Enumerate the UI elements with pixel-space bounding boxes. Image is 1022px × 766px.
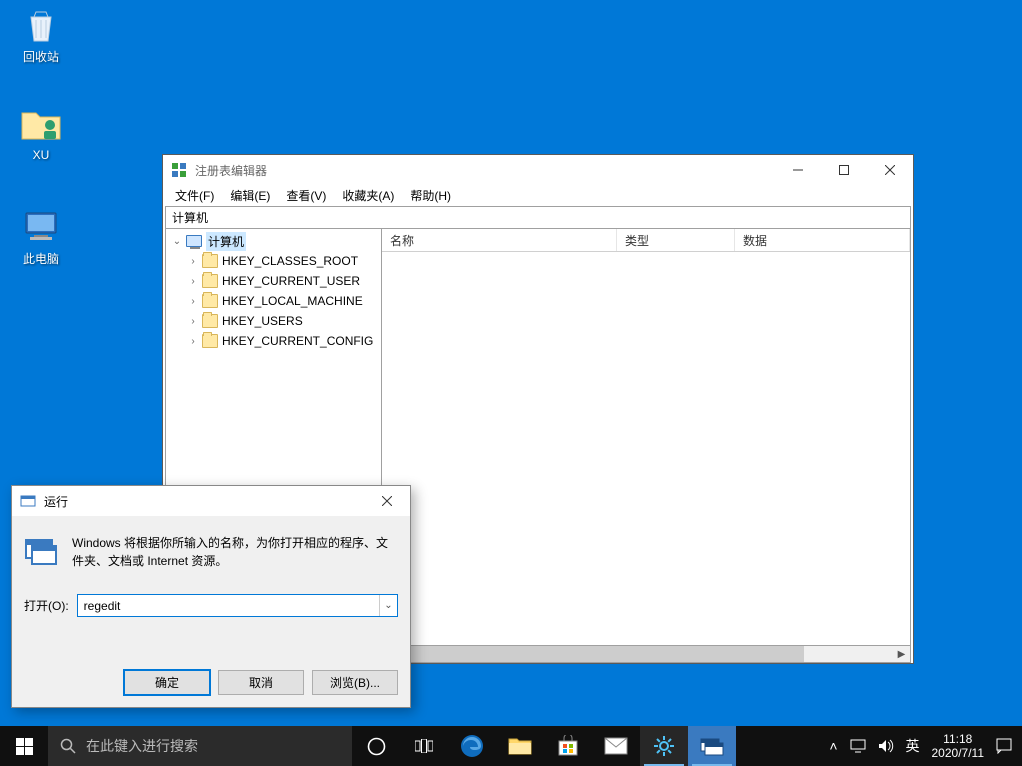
run-app-icon bbox=[24, 534, 58, 570]
regedit-list[interactable]: 名称 类型 数据 bbox=[382, 229, 911, 646]
tree-label: HKEY_LOCAL_MACHINE bbox=[222, 294, 363, 308]
icon-label: 回收站 bbox=[6, 48, 76, 65]
close-button[interactable] bbox=[867, 155, 913, 185]
folder-icon bbox=[202, 314, 218, 328]
regedit-address-bar[interactable]: 计算机 bbox=[165, 206, 911, 229]
browse-button[interactable]: 浏览(B)... bbox=[312, 670, 398, 695]
desktop-icon-user-folder[interactable]: XU bbox=[6, 104, 76, 162]
tray-clock[interactable]: 11:18 2020/7/11 bbox=[932, 732, 985, 761]
tray-date: 2020/7/11 bbox=[932, 746, 985, 760]
run-titlebar[interactable]: 运行 bbox=[12, 486, 410, 516]
tray-volume-icon[interactable] bbox=[878, 739, 894, 753]
tree-item[interactable]: › HKEY_CURRENT_USER bbox=[166, 271, 381, 291]
tree-root[interactable]: ⌄ 计算机 bbox=[166, 231, 381, 251]
regedit-menubar: 文件(F) 编辑(E) 查看(V) 收藏夹(A) 帮助(H) bbox=[163, 185, 913, 206]
cancel-button[interactable]: 取消 bbox=[218, 670, 304, 695]
tree-label: 计算机 bbox=[206, 232, 246, 251]
run-title: 运行 bbox=[44, 493, 364, 510]
menu-view[interactable]: 查看(V) bbox=[278, 185, 334, 206]
list-header: 名称 类型 数据 bbox=[382, 229, 910, 252]
tree-label: HKEY_CURRENT_USER bbox=[222, 274, 360, 288]
tree-item[interactable]: › HKEY_CLASSES_ROOT bbox=[166, 251, 381, 271]
tree-item[interactable]: › HKEY_LOCAL_MACHINE bbox=[166, 291, 381, 311]
folder-icon bbox=[202, 294, 218, 308]
chevron-right-icon[interactable]: › bbox=[188, 276, 198, 287]
this-pc-icon bbox=[20, 206, 62, 248]
tree-label: HKEY_CURRENT_CONFIG bbox=[222, 334, 373, 348]
chevron-right-icon[interactable]: › bbox=[188, 316, 198, 327]
scrollbar-thumb[interactable] bbox=[384, 646, 804, 662]
tree-label: HKEY_CLASSES_ROOT bbox=[222, 254, 358, 268]
col-type[interactable]: 类型 bbox=[617, 229, 735, 251]
run-combobox[interactable]: ⌄ bbox=[77, 594, 398, 617]
chevron-right-icon[interactable]: › bbox=[188, 336, 198, 347]
ok-button[interactable]: 确定 bbox=[124, 670, 210, 695]
menu-file[interactable]: 文件(F) bbox=[167, 185, 222, 206]
minimize-button[interactable] bbox=[775, 155, 821, 185]
tree-item[interactable]: › HKEY_USERS bbox=[166, 311, 381, 331]
maximize-button[interactable] bbox=[821, 155, 867, 185]
taskbar: 在此键入进行搜索 ˄ 英 11:18 2020/7/11 bbox=[0, 726, 1022, 766]
regedit-icon bbox=[171, 162, 187, 178]
folder-icon bbox=[202, 334, 218, 348]
taskbar-app-settings[interactable] bbox=[640, 726, 688, 766]
icon-label: 此电脑 bbox=[6, 250, 76, 267]
taskbar-app-store[interactable] bbox=[544, 726, 592, 766]
regedit-title: 注册表编辑器 bbox=[195, 162, 775, 179]
computer-icon bbox=[186, 235, 202, 247]
taskbar-app-explorer[interactable] bbox=[496, 726, 544, 766]
desktop-icon-recycle-bin[interactable]: 回收站 bbox=[6, 4, 76, 65]
chevron-down-icon[interactable]: ⌄ bbox=[172, 236, 182, 247]
col-data[interactable]: 数据 bbox=[735, 229, 910, 251]
chevron-right-icon[interactable]: › bbox=[188, 296, 198, 307]
icon-label: XU bbox=[6, 148, 76, 162]
menu-edit[interactable]: 编辑(E) bbox=[222, 185, 278, 206]
desktop: 回收站 XU 此电脑 注册表编辑器 文件(F) 编辑(E) 查 bbox=[0, 0, 1022, 766]
task-view-button[interactable] bbox=[400, 726, 448, 766]
tray-chevron-up-icon[interactable]: ˄ bbox=[829, 738, 837, 754]
chevron-right-icon[interactable]: › bbox=[188, 256, 198, 267]
col-name[interactable]: 名称 bbox=[382, 229, 617, 251]
search-placeholder: 在此键入进行搜索 bbox=[86, 736, 198, 756]
tree-label: HKEY_USERS bbox=[222, 314, 303, 328]
menu-favorites[interactable]: 收藏夹(A) bbox=[334, 185, 402, 206]
menu-help[interactable]: 帮助(H) bbox=[402, 185, 459, 206]
address-text: 计算机 bbox=[172, 209, 208, 226]
taskbar-app-run[interactable] bbox=[688, 726, 736, 766]
start-button[interactable] bbox=[0, 726, 48, 766]
tray-time: 11:18 bbox=[932, 732, 985, 746]
run-input[interactable] bbox=[78, 595, 379, 616]
tray-monitor-icon[interactable] bbox=[850, 739, 866, 753]
system-tray: ˄ 英 11:18 2020/7/11 bbox=[819, 726, 1022, 766]
search-icon bbox=[60, 738, 76, 754]
run-icon bbox=[20, 493, 36, 509]
desktop-icon-this-pc[interactable]: 此电脑 bbox=[6, 206, 76, 267]
tree-item[interactable]: › HKEY_CURRENT_CONFIG bbox=[166, 331, 381, 351]
tray-ime[interactable]: 英 bbox=[906, 736, 920, 756]
taskbar-app-mail[interactable] bbox=[592, 726, 640, 766]
recycle-bin-icon bbox=[20, 4, 62, 46]
run-dialog: 运行 Windows 将根据你所输入的名称，为你打开相应的程序、文件夹、文档或 … bbox=[11, 485, 411, 708]
close-button[interactable] bbox=[364, 486, 410, 516]
folder-icon bbox=[202, 254, 218, 268]
run-open-label: 打开(O): bbox=[24, 597, 69, 614]
run-message: Windows 将根据你所输入的名称，为你打开相应的程序、文件夹、文档或 Int… bbox=[72, 534, 398, 570]
scroll-right-icon[interactable]: ▶ bbox=[893, 646, 910, 662]
chevron-down-icon[interactable]: ⌄ bbox=[379, 595, 397, 616]
regedit-titlebar[interactable]: 注册表编辑器 bbox=[163, 155, 913, 185]
folder-icon bbox=[202, 274, 218, 288]
taskbar-app-edge[interactable] bbox=[448, 726, 496, 766]
taskbar-search[interactable]: 在此键入进行搜索 bbox=[48, 726, 352, 766]
action-center-icon[interactable] bbox=[996, 738, 1012, 754]
folder-icon bbox=[20, 104, 62, 146]
cortana-button[interactable] bbox=[352, 726, 400, 766]
